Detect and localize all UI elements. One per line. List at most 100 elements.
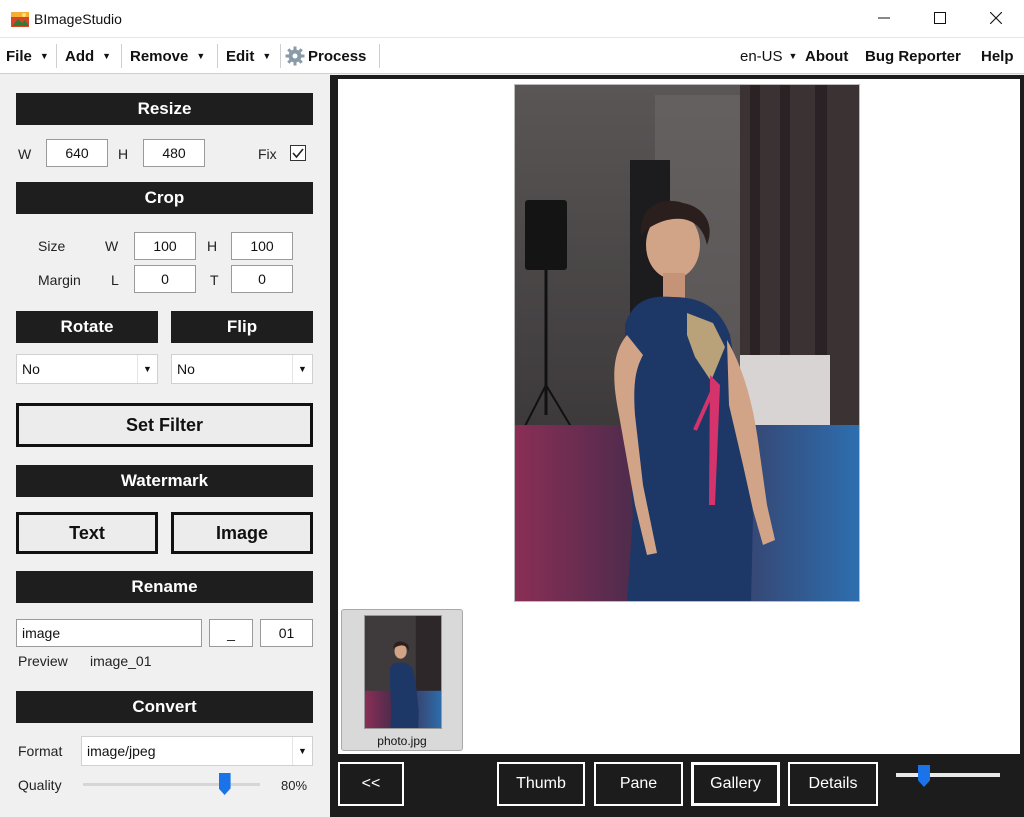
resize-w-label: W	[18, 146, 32, 162]
rename-separator-input[interactable]: _	[209, 619, 253, 647]
rename-header: Rename	[16, 571, 313, 603]
close-icon	[990, 12, 1002, 24]
minimize-button[interactable]	[856, 0, 912, 36]
menu-remove-label: Remove	[130, 47, 189, 65]
menu-divider	[379, 44, 380, 68]
convert-header: Convert	[16, 691, 313, 723]
crop-width-input[interactable]: 100	[134, 232, 196, 260]
flip-header: Flip	[171, 311, 313, 343]
crop-left-input[interactable]: 0	[134, 265, 196, 293]
crop-w-label: W	[105, 238, 119, 254]
rename-name-input[interactable]: image	[16, 619, 202, 647]
chevron-down-icon: ▼	[788, 51, 798, 61]
resize-h-label: H	[118, 146, 129, 162]
menu-divider	[56, 44, 57, 68]
menu-about[interactable]: About	[805, 38, 848, 74]
chevron-down-icon: ▼	[292, 737, 312, 765]
minimize-icon	[878, 17, 890, 19]
language-label: en-US	[740, 47, 783, 65]
zoom-slider-thumb[interactable]	[918, 765, 930, 787]
crop-margin-label: Margin	[38, 272, 81, 288]
crop-t-label: T	[210, 272, 219, 288]
collapse-panel-button[interactable]: <<	[338, 762, 404, 806]
chevron-down-icon: ▼	[39, 51, 49, 61]
photo-illustration	[515, 85, 859, 601]
rename-counter-input[interactable]: 01	[260, 619, 313, 647]
crop-l-label: L	[111, 272, 119, 288]
menu-bug-reporter-label: Bug Reporter	[865, 47, 961, 65]
quality-value: 80%	[281, 778, 308, 793]
chevron-down-icon: ▼	[196, 51, 206, 61]
chevron-down-icon: ▼	[292, 355, 312, 383]
checkmark-icon	[292, 148, 304, 159]
rotate-value: No	[22, 361, 40, 377]
menu-remove[interactable]: Remove ▼	[130, 38, 205, 74]
thumbnail-filename: photo.jpg	[377, 734, 427, 748]
resize-header: Resize	[16, 93, 313, 125]
menu-bar: File ▼ Add ▼ Remove ▼ Edit ▼ Process en-…	[0, 38, 1024, 74]
format-value: image/jpeg	[87, 743, 156, 759]
view-thumb-button[interactable]: Thumb	[497, 762, 585, 806]
menu-process-label: Process	[308, 47, 367, 65]
menu-divider	[280, 44, 281, 68]
resize-width-input[interactable]: 640	[46, 139, 108, 167]
maximize-icon	[934, 12, 946, 24]
menu-file-label: File	[6, 47, 32, 65]
menu-process[interactable]: Process	[285, 38, 366, 74]
quality-slider-thumb[interactable]	[218, 773, 231, 795]
crop-header: Crop	[16, 182, 313, 214]
menu-file[interactable]: File ▼	[6, 38, 49, 74]
crop-top-input[interactable]: 0	[231, 265, 293, 293]
thumbnail-illustration	[365, 616, 441, 728]
rename-preview-label: Preview	[18, 653, 68, 669]
image-viewer: photo.jpg	[338, 79, 1020, 754]
fix-checkbox[interactable]	[290, 145, 306, 161]
menu-divider	[121, 44, 122, 68]
thumbnail-image	[364, 615, 442, 729]
view-pane-button[interactable]: Pane	[594, 762, 683, 806]
watermark-text-button[interactable]: Text	[16, 512, 158, 554]
language-select[interactable]: en-US ▼	[740, 38, 797, 74]
watermark-header: Watermark	[16, 465, 313, 497]
menu-help-label: Help	[981, 47, 1014, 65]
menu-add[interactable]: Add ▼	[65, 38, 111, 74]
flip-select[interactable]: No ▼	[171, 354, 313, 384]
rename-preview-value: image_01	[90, 653, 152, 669]
zoom-slider-track[interactable]	[896, 773, 1000, 777]
menu-help[interactable]: Help	[981, 38, 1014, 74]
view-gallery-button[interactable]: Gallery	[691, 762, 780, 806]
quality-slider-track[interactable]	[83, 783, 260, 786]
close-button[interactable]	[968, 0, 1024, 36]
quality-label: Quality	[18, 777, 62, 793]
menu-divider	[217, 44, 218, 68]
menu-bug-reporter[interactable]: Bug Reporter	[865, 38, 961, 74]
set-filter-button[interactable]: Set Filter	[16, 403, 313, 447]
title-bar: BImageStudio	[0, 0, 1024, 38]
crop-height-input[interactable]: 100	[231, 232, 293, 260]
gear-icon	[285, 46, 305, 66]
chevron-down-icon: ▼	[262, 51, 272, 61]
crop-h-label: H	[207, 238, 218, 254]
view-details-button[interactable]: Details	[788, 762, 878, 806]
thumbnail-card[interactable]: photo.jpg	[341, 609, 463, 751]
chevron-down-icon: ▼	[102, 51, 112, 61]
chevron-down-icon: ▼	[137, 355, 157, 383]
menu-add-label: Add	[65, 47, 95, 65]
menu-edit-label: Edit	[226, 47, 255, 65]
menu-edit[interactable]: Edit ▼	[226, 38, 271, 74]
rotate-header: Rotate	[16, 311, 158, 343]
window-title: BImageStudio	[34, 11, 122, 27]
flip-value: No	[177, 361, 195, 377]
watermark-image-button[interactable]: Image	[171, 512, 313, 554]
crop-size-label: Size	[38, 238, 66, 254]
menu-about-label: About	[805, 47, 849, 65]
app-logo-icon	[11, 12, 29, 27]
fix-label: Fix	[258, 146, 277, 162]
format-select[interactable]: image/jpeg ▼	[81, 736, 313, 766]
rotate-select[interactable]: No ▼	[16, 354, 158, 384]
resize-height-input[interactable]: 480	[143, 139, 205, 167]
format-label: Format	[18, 743, 63, 759]
preview-photo	[514, 84, 860, 602]
viewer-panel: photo.jpg << Thumb Pane Gallery Details	[330, 75, 1024, 817]
maximize-button[interactable]	[912, 0, 968, 36]
